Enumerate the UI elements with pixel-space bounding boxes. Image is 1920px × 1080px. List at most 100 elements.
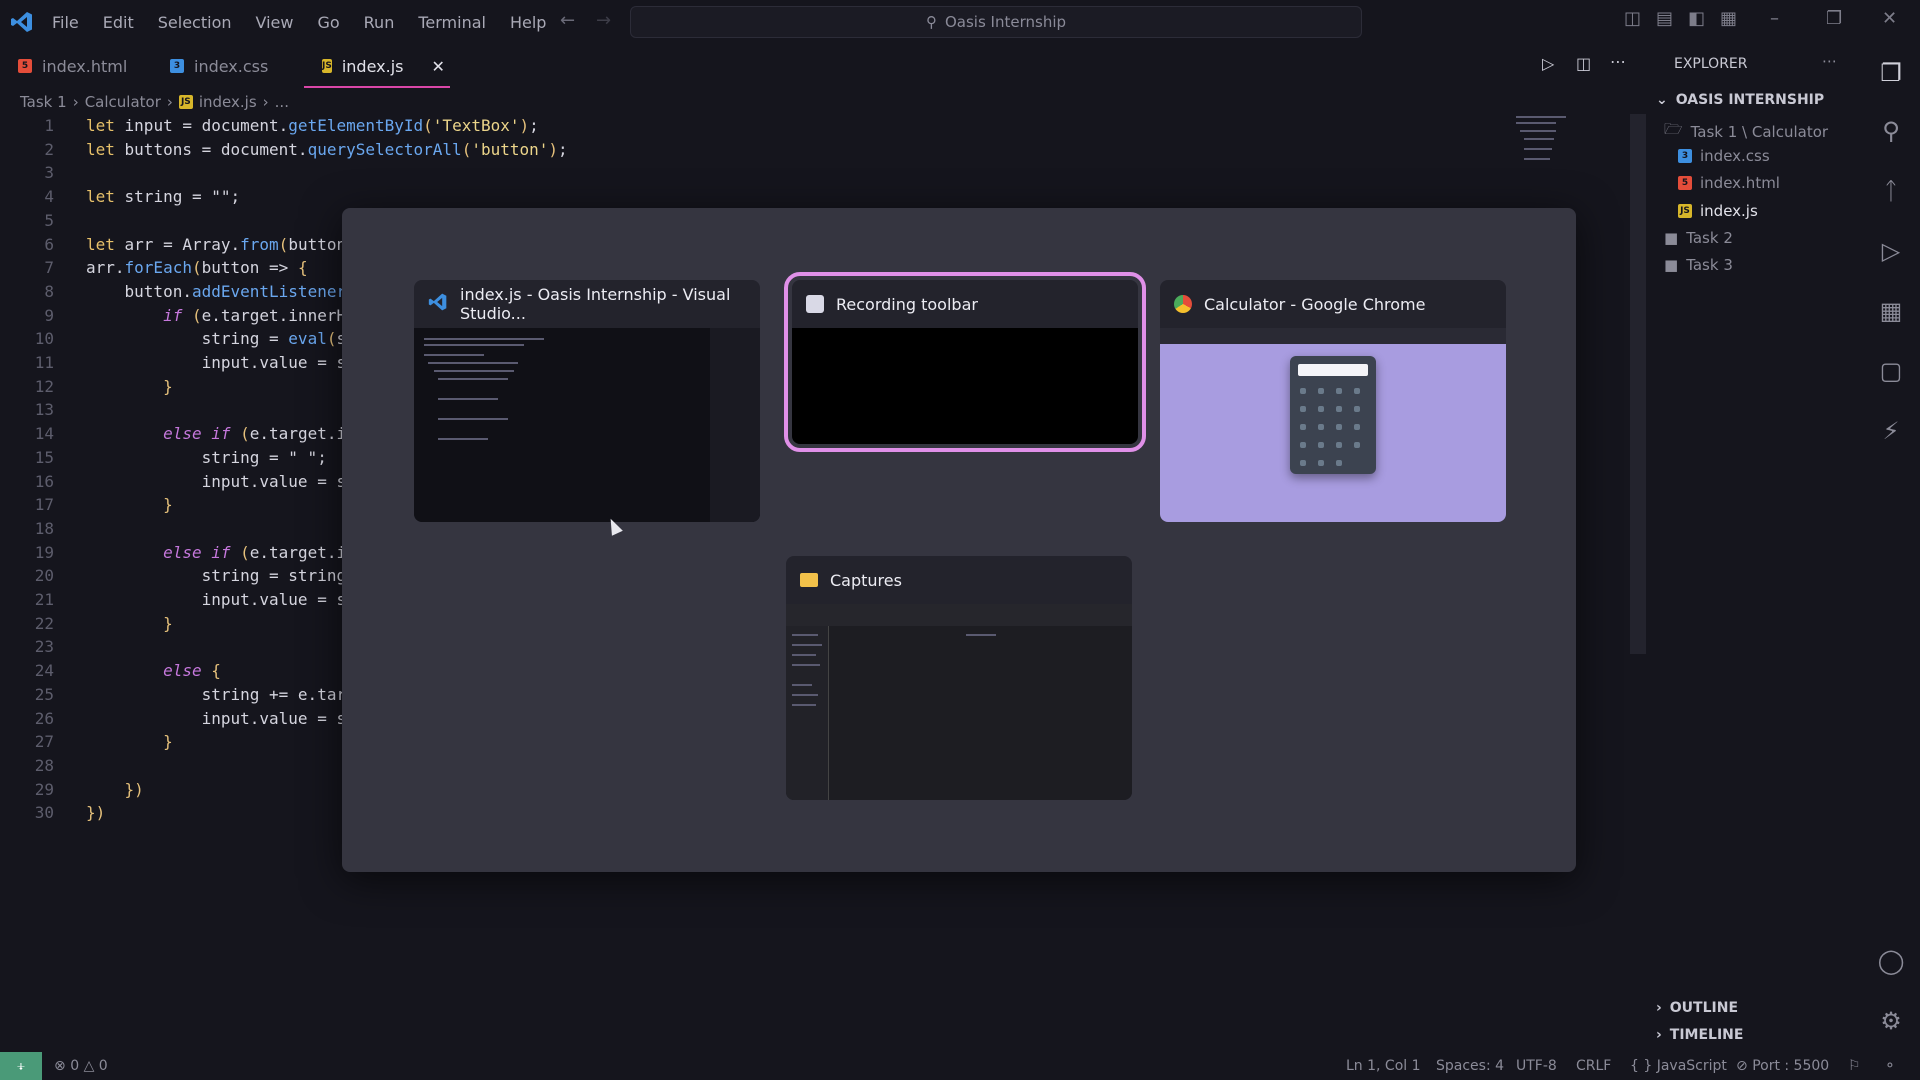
tab-label: index.js — [341, 56, 404, 76]
item-label: index.js — [1700, 202, 1758, 220]
tab-index-css[interactable]: 3 index.css — [152, 44, 304, 88]
outline-section[interactable]: › OUTLINE — [1656, 1000, 1738, 1016]
language-mode[interactable]: { } JavaScript — [1630, 1058, 1727, 1074]
bell-icon[interactable]: ⚬ — [1884, 1058, 1896, 1074]
item-label: Task 2 — [1686, 229, 1733, 247]
chevron-right-icon: › — [1656, 1027, 1662, 1043]
code-text: } — [163, 613, 173, 633]
tab-index-html[interactable]: 5 index.html — [0, 44, 152, 88]
breadcrumb-more[interactable]: ... — [275, 93, 289, 111]
explorer-sidebar — [1646, 44, 1856, 1052]
editor-scrollbar[interactable] — [1630, 114, 1646, 654]
explorer-item-task2[interactable]: ■ Task 2 — [1664, 229, 1733, 247]
code-text: arr.forEach(button => { — [86, 258, 308, 278]
window-card-header: index.js - Oasis Internship - Visual Stu… — [414, 280, 760, 328]
breadcrumb-file[interactable]: index.js — [199, 93, 257, 111]
split-editor-icon[interactable]: ◫ — [1576, 54, 1591, 73]
code-line: 24 else { — [0, 659, 221, 683]
command-center-search[interactable]: ⚲ Oasis Internship — [630, 6, 1362, 38]
minimize-icon[interactable]: – — [1770, 8, 1779, 29]
remote-explorer-icon[interactable]: ▢ — [1876, 356, 1906, 386]
menu-run[interactable]: Run — [352, 13, 407, 32]
window-card-chrome[interactable]: Calculator - Google Chrome — [1160, 280, 1506, 522]
menu-view[interactable]: View — [244, 13, 306, 32]
account-icon[interactable]: ◯ — [1876, 946, 1906, 976]
live-server-port[interactable]: ⊘ Port : 5500 — [1736, 1058, 1829, 1074]
code-text: if (e.target.innerH — [163, 305, 347, 325]
run-debug-icon[interactable]: ▷ — [1876, 236, 1906, 266]
restore-icon[interactable]: ❐ — [1826, 8, 1842, 29]
css-file-icon: 3 — [170, 59, 184, 73]
tab-label: index.html — [42, 56, 128, 76]
run-icon[interactable]: ▷ — [1542, 54, 1554, 73]
back-arrow-icon[interactable]: ← — [560, 10, 575, 31]
toggle-panel-icon[interactable]: ▤ — [1656, 8, 1673, 29]
close-tab-icon[interactable]: ✕ — [431, 57, 444, 76]
window-thumbnail — [792, 328, 1138, 444]
explorer-item-index-js[interactable]: JS index.js — [1678, 202, 1758, 220]
code-line: 13 — [0, 398, 86, 422]
close-window-icon[interactable]: ✕ — [1882, 8, 1897, 29]
line-number: 5 — [44, 210, 54, 230]
code-line: 6 let arr = Array.from(button — [0, 233, 346, 257]
line-number: 14 — [34, 424, 54, 444]
explorer-more-icon[interactable]: ⋯ — [1822, 52, 1837, 70]
extensions-icon[interactable]: ▦ — [1876, 296, 1906, 326]
window-card-header: Calculator - Google Chrome — [1160, 280, 1506, 328]
explorer-item-index-html[interactable]: 5 index.html — [1678, 174, 1780, 192]
encoding[interactable]: UTF-8 — [1516, 1058, 1557, 1074]
explorer-item-task1[interactable]: 🗁 Task 1 \ Calculator — [1664, 119, 1828, 144]
timeline-section[interactable]: › TIMELINE — [1656, 1027, 1743, 1043]
source-control-icon[interactable]: ᛏ — [1876, 176, 1906, 206]
chevron-right-icon: › — [166, 93, 173, 111]
menu-help[interactable]: Help — [498, 13, 558, 32]
remote-indicator-icon[interactable]: ⨨ — [0, 1052, 42, 1080]
window-title: Captures — [830, 570, 902, 590]
more-actions-icon[interactable]: ⋯ — [1610, 52, 1626, 71]
indentation[interactable]: Spaces: 4 — [1436, 1058, 1504, 1074]
breadcrumb-task[interactable]: Task 1 — [20, 93, 67, 111]
folder-icon: ■ — [1664, 229, 1679, 247]
menu-terminal[interactable]: Terminal — [406, 13, 498, 32]
window-card-header: Captures — [786, 556, 1132, 604]
window-card-vscode[interactable]: index.js - Oasis Internship - Visual Stu… — [414, 280, 760, 522]
lightning-icon[interactable]: ⚡ — [1876, 416, 1906, 446]
explorer-item-task3[interactable]: ■ Task 3 — [1664, 256, 1733, 274]
explorer-icon[interactable]: ❐ — [1876, 58, 1906, 88]
html-file-icon: 5 — [18, 59, 32, 73]
tab-index-js[interactable]: JS index.js ✕ — [304, 44, 450, 88]
end-of-line[interactable]: CRLF — [1576, 1058, 1611, 1074]
minimap[interactable] — [1516, 114, 1572, 174]
forward-arrow-icon[interactable]: → — [596, 10, 611, 31]
code-line: 2 let buttons = document.querySelectorAll… — [0, 138, 567, 162]
code-line: 7 arr.forEach(button => { — [0, 256, 308, 280]
task-switcher-overlay: index.js - Oasis Internship - Visual Stu… — [342, 208, 1576, 872]
explorer-section-header[interactable]: ⌄ OASIS INTERNSHIP — [1656, 92, 1824, 108]
explorer-item-index-css[interactable]: 3 index.css — [1678, 147, 1770, 165]
code-line: 3 — [0, 161, 86, 185]
line-number: 9 — [44, 305, 54, 325]
line-number: 22 — [34, 613, 54, 633]
menu-edit[interactable]: Edit — [91, 13, 146, 32]
code-text: }) — [86, 803, 106, 823]
menu-go[interactable]: Go — [305, 13, 351, 32]
gear-icon[interactable]: ⚙ — [1876, 1006, 1906, 1036]
feedback-icon[interactable]: ⚐ — [1848, 1058, 1861, 1074]
breadcrumb-folder[interactable]: Calculator — [85, 93, 161, 111]
cursor-position[interactable]: Ln 1, Col 1 — [1346, 1058, 1421, 1074]
window-card-recording-toolbar[interactable]: Recording toolbar — [784, 272, 1146, 452]
menu-file[interactable]: File — [40, 13, 91, 32]
code-line: 18 — [0, 517, 86, 541]
code-text: input.value = s — [86, 708, 347, 728]
menu-selection[interactable]: Selection — [146, 13, 244, 32]
toggle-primary-sidebar-icon[interactable]: ◫ — [1624, 8, 1641, 29]
toggle-secondary-sidebar-icon[interactable]: ◧ — [1688, 8, 1705, 29]
window-card-captures[interactable]: Captures — [786, 556, 1132, 800]
item-label: index.html — [1700, 174, 1780, 192]
problems-indicator[interactable]: ⊗ 0 △ 0 — [54, 1058, 108, 1074]
code-line: 25 string += e.tar — [0, 683, 346, 707]
search-icon[interactable]: ⚲ — [1876, 116, 1906, 146]
code-line: 14 else if (e.target.i — [0, 422, 346, 446]
code-line: 11 input.value = s — [0, 351, 346, 375]
customize-layout-icon[interactable]: ▦ — [1720, 8, 1737, 29]
